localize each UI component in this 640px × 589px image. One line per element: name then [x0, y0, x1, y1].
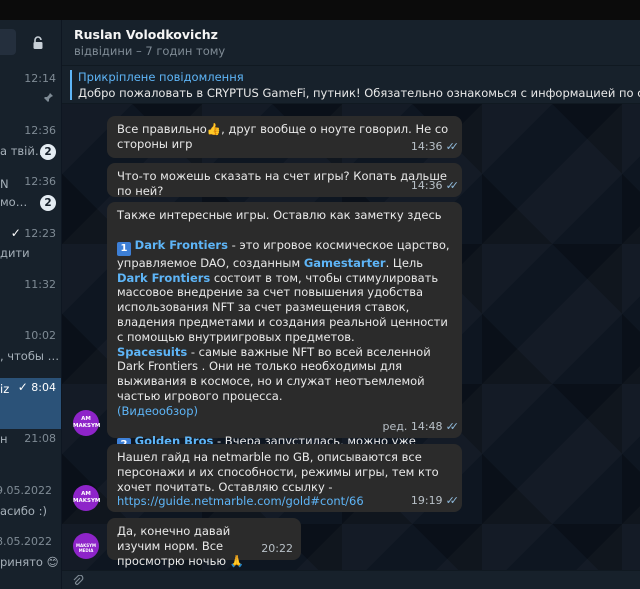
hashtag-link[interactable]: Gamestarter [304, 256, 386, 270]
avatar-initials: AM [81, 416, 91, 422]
double-check-icon: ✓✓ [445, 420, 460, 434]
guide-link[interactable]: https://guide.netmarble.com/gold#cont/66 [117, 494, 364, 508]
message-time: 14:36 [410, 140, 443, 154]
hashtag-link[interactable]: Spacesuits [117, 345, 187, 359]
chat-header[interactable]: Ruslan Volodkovichz відвідини – 7 годин … [62, 20, 640, 66]
message-text: Да, конечно давай изучим норм. Все просм… [117, 524, 231, 568]
message-bubble[interactable]: Все правильно👍, друг вообще о ноуте гово… [107, 116, 462, 158]
chat-snippet: N [0, 177, 9, 191]
message-meta: ред. 14:48 ✓✓ [382, 420, 460, 435]
hashtag-link[interactable]: Dark Frontiers [117, 271, 210, 285]
double-check-icon: ✓✓ [445, 494, 460, 508]
chat-list-item[interactable]: 29.05.2022 асибо :) [0, 482, 61, 533]
pinned-title: Прикріплене повідомлення [78, 70, 244, 84]
message-area[interactable]: Все правильно👍, друг вообще о ноуте гово… [62, 104, 640, 570]
chat-snippet: мо… [0, 195, 28, 209]
chat-title[interactable]: Ruslan Volodkovichz [74, 27, 218, 42]
message-text: Нашел гайд на netmarble по GB, описывают… [117, 450, 439, 494]
chat-time: 12:36 [24, 124, 56, 137]
message-time: ред. 14:48 [382, 420, 443, 434]
chat-time-value: 12:23 [24, 227, 56, 240]
message-paragraph: (Видеообзор) [117, 404, 452, 419]
pinned-text: Добро пожаловать в CRYPTUS GameFi, путни… [78, 86, 640, 100]
chat-time: ✓ 12:23 [11, 226, 56, 240]
chat-last-seen: відвідини – 7 годин тому [74, 44, 226, 58]
message-bubble[interactable]: Нашел гайд на netmarble по GB, описывают… [107, 444, 462, 512]
message-meta: 14:36 ✓✓ [410, 179, 460, 194]
chat-list-item[interactable]: 12:36 N мо… 2 [0, 173, 61, 224]
chat-list-item[interactable]: 28.05.2022 ринято 😊 [0, 533, 61, 584]
message-text: . Цель [385, 255, 424, 270]
chat-list-item[interactable]: 10:02 , чтобы … [0, 327, 61, 378]
double-check-icon: ✓✓ [445, 140, 460, 154]
avatar[interactable]: MAKSYM MEDIA [73, 533, 99, 559]
chat-list-item[interactable]: ✓ 12:23 дити [0, 224, 61, 275]
avatar-initials: AM [81, 491, 91, 497]
message-meta: 14:36 ✓✓ [410, 140, 460, 155]
chat-snippet: ринято 😊 [0, 555, 59, 569]
read-check-icon: ✓ [10, 226, 21, 240]
pinned-accent-bar [70, 70, 72, 100]
chat-time: 11:32 [24, 278, 56, 291]
chat-time: ✓ 8:04 [18, 380, 56, 394]
praying-hands-emoji: 🙏 [229, 553, 245, 568]
chat-time: 21:08 [24, 432, 56, 445]
message-time: 19:19 [410, 494, 443, 508]
chat-time: 28.05.2022 [0, 535, 52, 548]
hashtag-link[interactable]: Dark Frontiers [135, 238, 228, 252]
avatar-label: MAKSYM MEDIA [76, 543, 96, 553]
window-top-strip [0, 0, 640, 20]
read-check-icon: ✓ [17, 380, 28, 394]
message-meta: 19:19 ✓✓ [410, 494, 460, 509]
double-check-icon: ✓✓ [445, 179, 460, 193]
pinned-message-bar[interactable]: Прикріплене повідомлення Добро пожаловат… [62, 66, 640, 104]
message-text: Что-то можешь сказать на счет игры? Копа… [117, 169, 447, 198]
chat-snippet: дити [0, 246, 30, 260]
message-text: Все правильно [117, 122, 207, 136]
search-input[interactable] [0, 29, 16, 55]
thumbs-up-emoji: 👍 [206, 122, 222, 136]
message-bubble[interactable]: Что-то можешь сказать на счет игры? Копа… [107, 163, 462, 198]
chat-snippet: , чтобы … [0, 349, 60, 363]
message-paragraph: 1 Dark Frontiers - это игровое космическ… [117, 238, 452, 345]
chat-snippet: iz [0, 382, 10, 396]
message-text: Также интересные игры. Оставлю как замет… [117, 208, 442, 222]
chat-list-item[interactable]: 12:36 а твій… 2 [0, 122, 61, 173]
unread-badge: 2 [40, 144, 56, 160]
message-paragraph: Spacesuits - самые важные NFT во всей вс… [117, 345, 452, 404]
paren-text: ) [193, 403, 199, 418]
lock-icon[interactable] [30, 35, 46, 51]
chat-time: 10:02 [24, 329, 56, 342]
chat-snippet: н [0, 432, 8, 446]
chat-time-value: 8:04 [31, 381, 56, 394]
keycap-one-emoji: 1 [117, 241, 131, 256]
avatar[interactable]: AM MAKSYM [73, 410, 101, 436]
chat-list-item-active[interactable]: iz ✓ 8:04 [0, 378, 61, 429]
avatar[interactable]: AM MAKSYM [73, 485, 101, 511]
chat-time: 12:36 [24, 175, 56, 188]
avatar-label: MAKSYM [73, 498, 101, 504]
chat-time: 29.05.2022 [0, 484, 52, 497]
video-review-link[interactable]: Видеообзор [122, 404, 194, 418]
chat-time: 12:14 [24, 72, 56, 85]
message-bubble[interactable]: Да, конечно давай изучим норм. Все просм… [107, 518, 301, 568]
message-time: 14:36 [410, 179, 443, 193]
chat-snippet: асибо :) [0, 504, 47, 518]
unread-badge: 2 [40, 195, 56, 211]
message-meta: 20:22 [261, 542, 293, 557]
chat-list-item[interactable]: н 21:08 [0, 430, 61, 481]
chat-list: 12:14 12:36 а твій… 2 12:36 N мо… 2 ✓ 12… [0, 20, 62, 589]
message-bubble[interactable]: Также интересные игры. Оставлю как замет… [107, 202, 462, 466]
chat-list-item[interactable]: 12:14 [0, 70, 61, 121]
chat-list-item[interactable]: 11:32 [0, 276, 61, 327]
pin-icon [43, 92, 54, 103]
avatar-label: MAKSYM [73, 423, 101, 429]
paperclip-icon[interactable] [72, 574, 84, 587]
message-time: 20:22 [261, 542, 293, 556]
message-input-bar[interactable] [62, 570, 640, 589]
